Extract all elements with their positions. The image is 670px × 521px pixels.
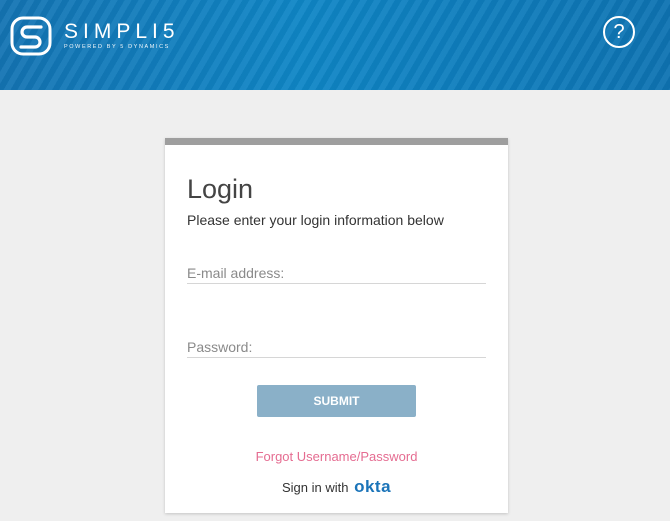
okta-logo-icon: okta [354,477,392,496]
brand-name: SIMPLI5 [64,20,180,43]
forgot-credentials-link[interactable]: Forgot Username/Password [165,449,508,464]
login-subtitle: Please enter your login information belo… [187,212,444,228]
simpli5-s-logo-icon [10,16,52,56]
brand-logo[interactable]: SIMPLI5 POWERED BY 5 DYNAMICS [10,15,180,59]
password-field[interactable] [187,336,486,358]
question-circle-icon: ? [613,21,625,43]
submit-button[interactable]: SUBMIT [257,385,416,417]
okta-signin-link[interactable]: Sign in with okta [165,477,508,497]
login-title: Login [187,174,254,204]
login-card: Login Please enter your login informatio… [165,138,508,513]
okta-signin-prefix: Sign in with [281,480,349,495]
help-button[interactable]: ? [603,16,635,48]
top-header: SIMPLI5 POWERED BY 5 DYNAMICS ? [0,0,670,90]
brand-tagline: POWERED BY 5 DYNAMICS [64,44,170,50]
email-field[interactable] [187,262,486,284]
